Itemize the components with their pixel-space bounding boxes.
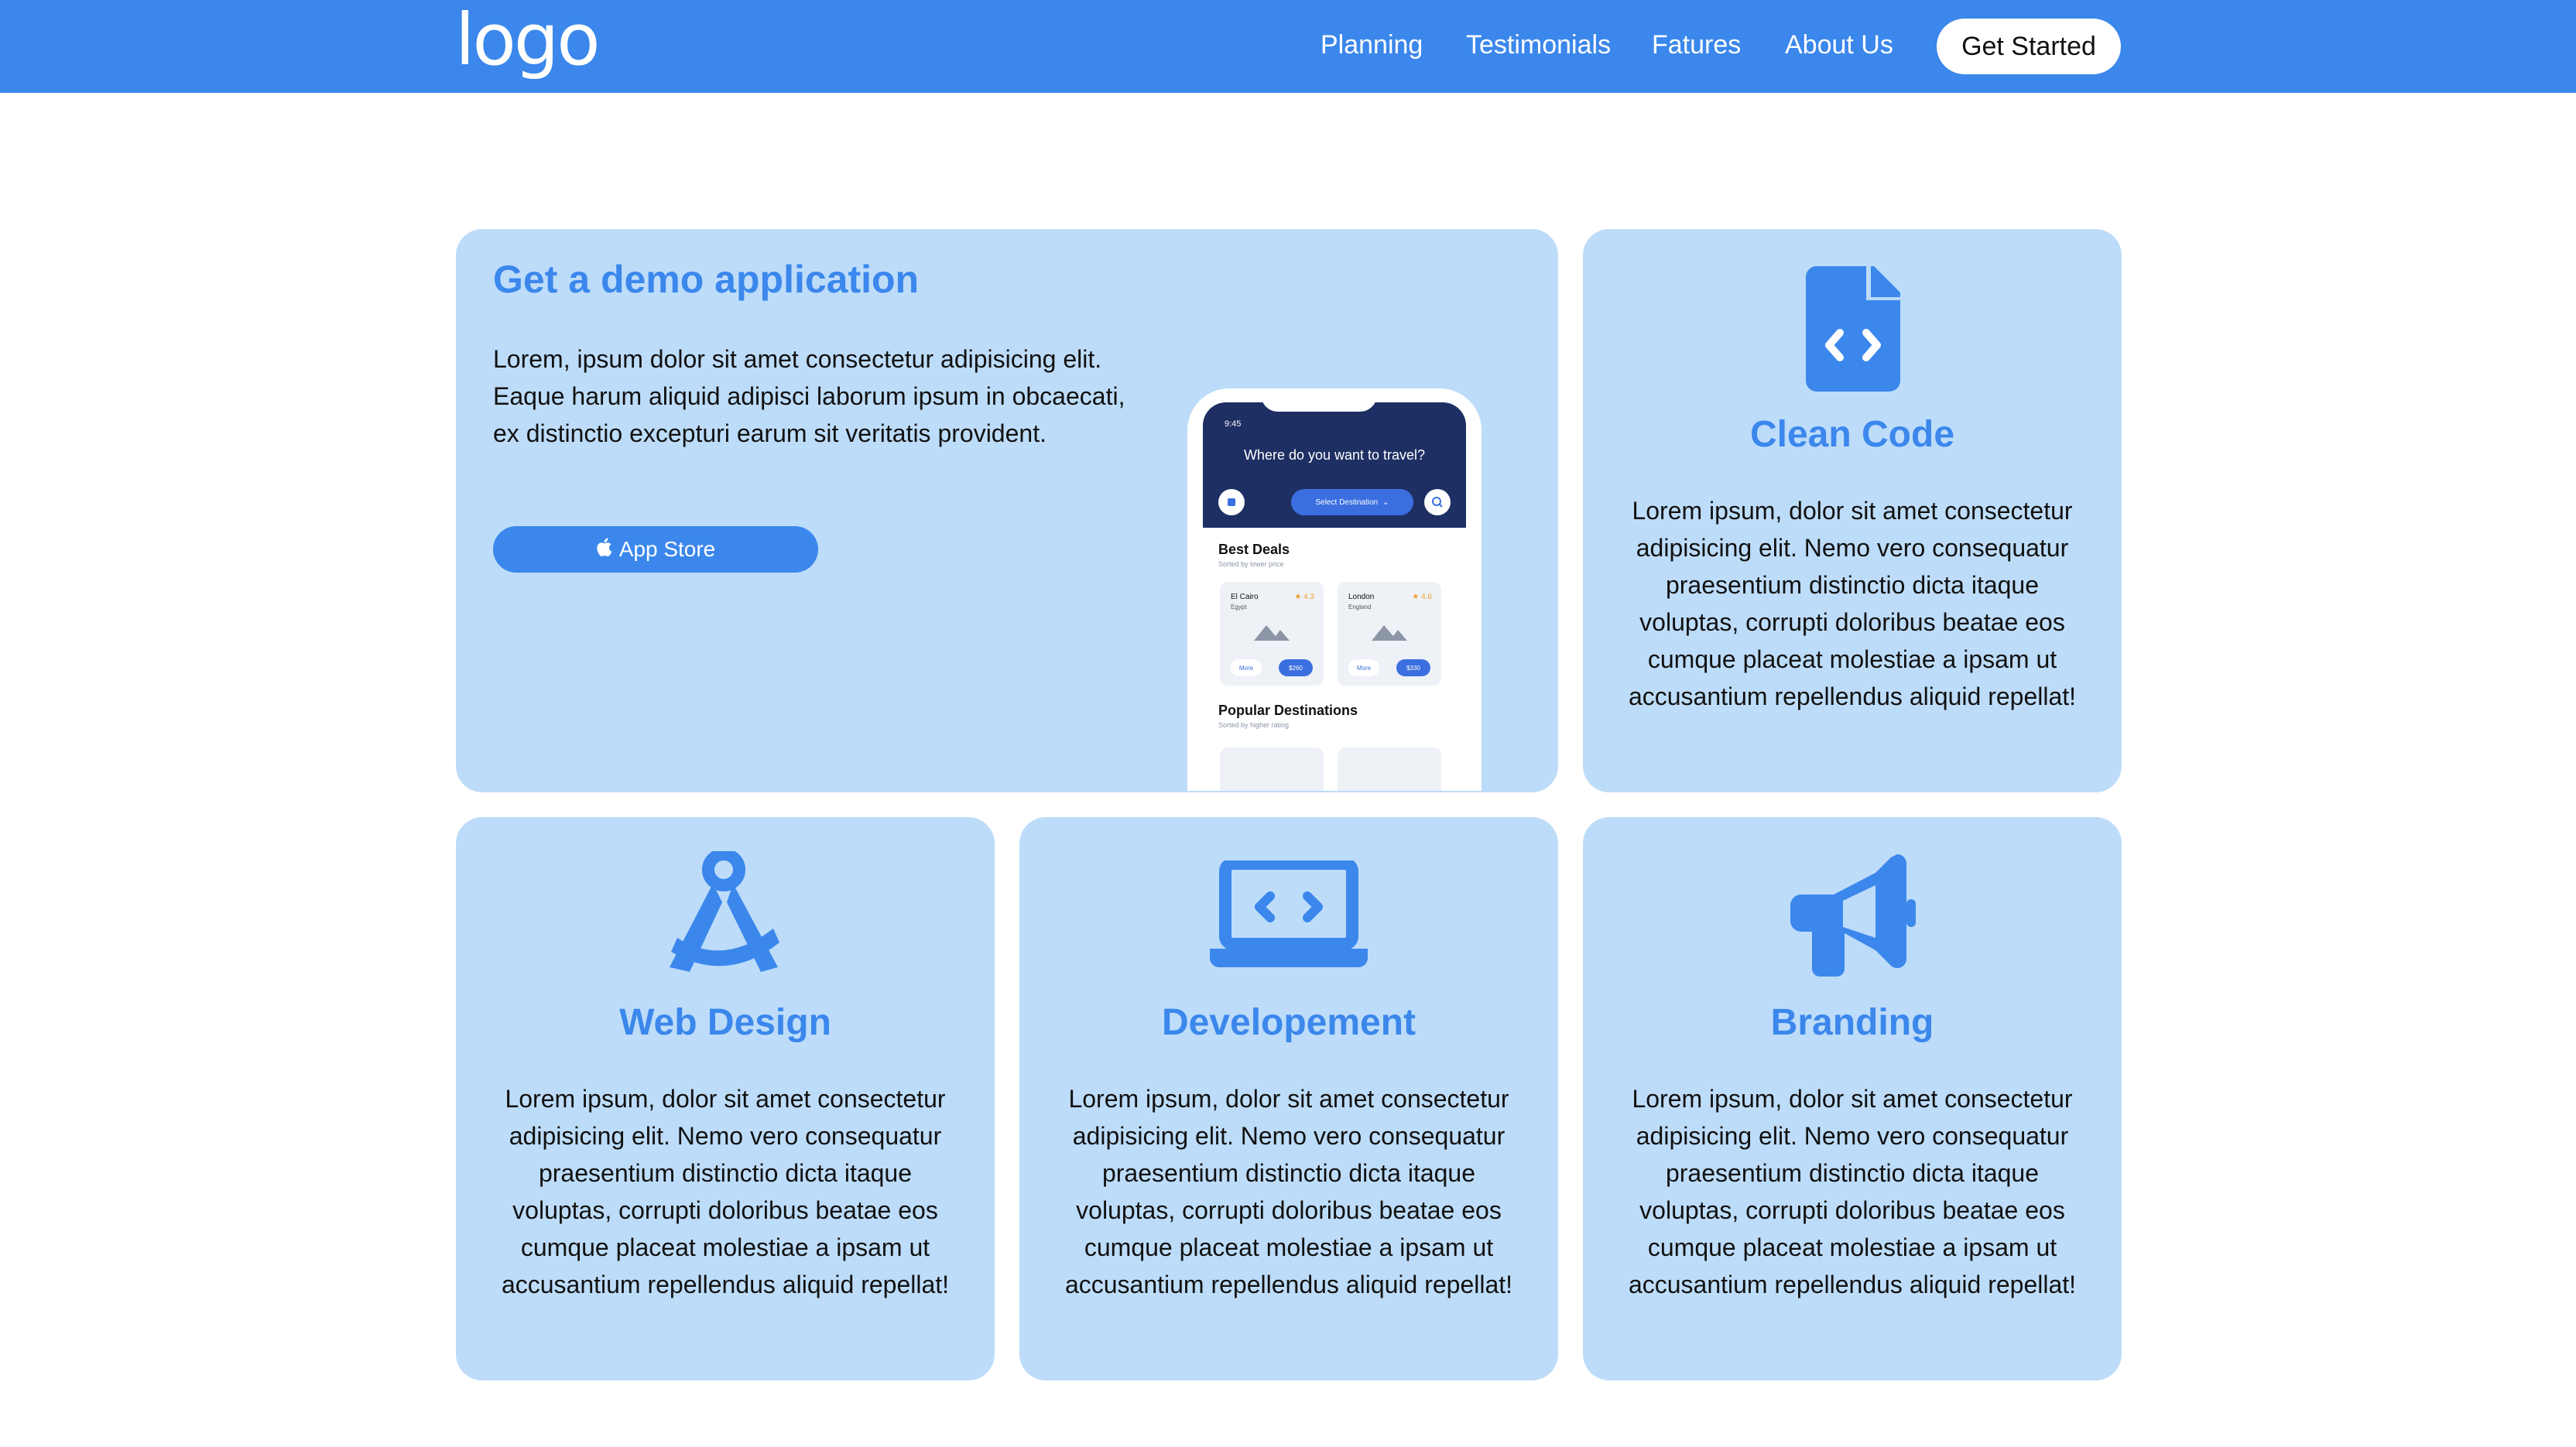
phone-popular-card[interactable] — [1338, 747, 1441, 791]
demo-title: Get a demo application — [493, 258, 920, 301]
clean-code-card: Clean Code Lorem ipsum, dolor sit amet c… — [1583, 229, 2122, 792]
phone-best-deals: Best Deals — [1218, 542, 1290, 557]
card-title: Branding — [1770, 1002, 1934, 1043]
card-title: Clean Code — [1749, 414, 1955, 455]
card-title: Web Design — [619, 1002, 831, 1043]
logo[interactable]: logo — [455, 2, 601, 87]
card-text: Lorem ipsum, dolor sit amet consectetur … — [1628, 1085, 2077, 1298]
phone-popular-sub: Sorted by higher rating — [1218, 721, 1290, 729]
phone-search-icon[interactable] — [1424, 489, 1451, 515]
phone-time: 9:45 — [1225, 419, 1242, 429]
megaphone-icon — [1789, 854, 1916, 982]
apple-icon — [596, 537, 613, 563]
nav-about-us[interactable]: About Us — [1785, 28, 1893, 62]
developement-card: Developement Lorem ipsum, dolor sit amet… — [1019, 817, 1558, 1380]
phone-deal-card[interactable]: El Cairo Egypt ★ 4.3 More $260 — [1220, 582, 1324, 686]
app-store-label: App Store — [618, 537, 716, 561]
card-text: Lorem ipsum, dolor sit amet consectetur … — [1064, 1085, 1513, 1298]
phone-question: Where do you want to travel? — [1243, 447, 1426, 463]
branding-card: Branding Lorem ipsum, dolor sit amet con… — [1583, 817, 2122, 1380]
card-text: Lorem ipsum, dolor sit amet consectetur … — [1628, 497, 2077, 710]
top-navbar: logo Planning Testimonials Fatures About… — [0, 0, 2576, 93]
phone-best-deals-sub: Sorted by lower price — [1218, 560, 1284, 568]
phone-popular-card[interactable] — [1220, 747, 1324, 791]
web-design-card: Web Design Lorem ipsum, dolor sit amet c… — [456, 817, 995, 1380]
phone-mockup: 9:45 Where do you want to travel? Select… — [1187, 388, 1482, 791]
phone-hero: 9:45 Where do you want to travel? Select… — [1203, 402, 1466, 528]
phone-menu-icon[interactable] — [1218, 489, 1245, 515]
nav-planning[interactable]: Planning — [1321, 28, 1423, 62]
phone-deal-card[interactable]: London England ★ 4.6 More $330 — [1338, 582, 1441, 686]
app-store-button[interactable]: App Store — [493, 526, 818, 573]
nav-testimonials[interactable]: Testimonials — [1466, 28, 1611, 62]
compass-drafting-icon — [662, 848, 789, 982]
demo-description: Lorem, ipsum dolor sit amet consectetur … — [493, 345, 1125, 447]
phone-popular: Popular Destinations — [1218, 703, 1358, 718]
mountain-icon — [1372, 625, 1407, 641]
card-text: Lorem ipsum, dolor sit amet consectetur … — [501, 1085, 950, 1298]
code-file-icon — [1806, 266, 1900, 395]
get-started-button[interactable]: Get Started — [1937, 19, 2121, 74]
mountain-icon — [1254, 625, 1290, 641]
card-title: Developement — [1161, 1002, 1416, 1043]
phone-notch — [1261, 388, 1377, 412]
phone-select-destination[interactable]: Select Destination ⌄ — [1291, 489, 1413, 515]
nav-features[interactable]: Fatures — [1652, 28, 1741, 62]
laptop-code-icon — [1210, 857, 1368, 973]
